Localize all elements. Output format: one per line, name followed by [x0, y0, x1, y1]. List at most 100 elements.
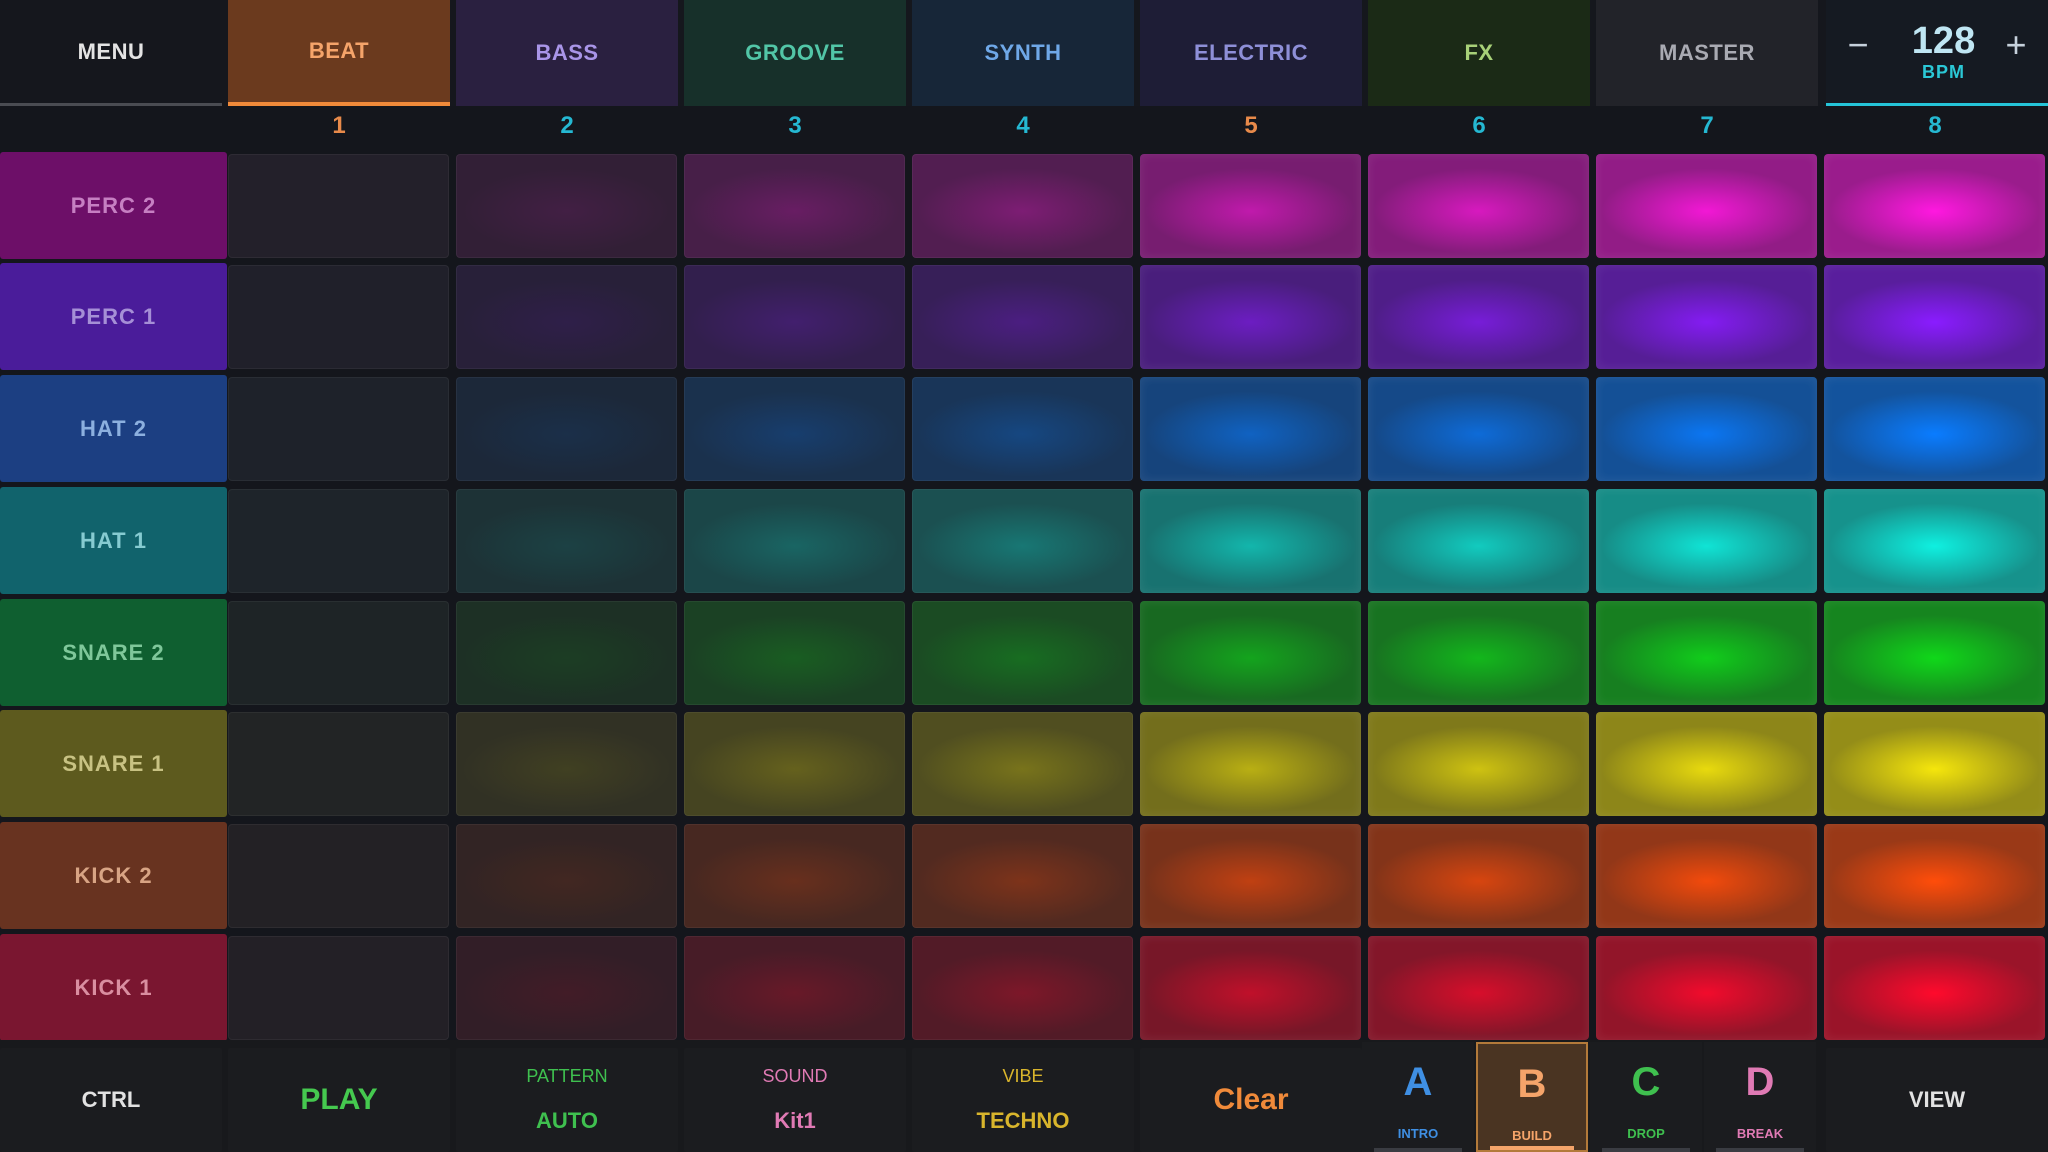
pad[interactable] — [912, 377, 1133, 481]
pad[interactable] — [1140, 265, 1361, 369]
scene-letter: C — [1631, 1060, 1661, 1104]
scene-button-d[interactable]: D BREAK — [1704, 1042, 1816, 1152]
pad[interactable] — [1368, 824, 1589, 928]
bpm-increase-button[interactable]: + — [1994, 20, 2038, 70]
track-label-kick-2[interactable]: KICK 2 — [0, 822, 227, 929]
pad[interactable] — [1596, 601, 1817, 705]
pad[interactable] — [684, 377, 905, 481]
pad[interactable] — [1596, 377, 1817, 481]
tab-synth[interactable]: SYNTH — [912, 0, 1134, 106]
scene-button-b[interactable]: B BUILD — [1476, 1042, 1588, 1152]
step-number: 3 — [788, 112, 802, 139]
tab-label: ELECTRIC — [1194, 40, 1308, 65]
pad[interactable] — [684, 824, 905, 928]
pad[interactable] — [912, 154, 1133, 258]
menu-button[interactable]: MENU — [0, 0, 222, 106]
pad[interactable] — [1824, 601, 2045, 705]
ctrl-button[interactable]: CTRL — [0, 1048, 222, 1152]
pad[interactable] — [1140, 154, 1361, 258]
pad[interactable] — [228, 712, 449, 816]
tab-electric[interactable]: ELECTRIC — [1140, 0, 1362, 106]
tab-label: GROOVE — [745, 40, 845, 65]
sound-value: Kit1 — [774, 1108, 816, 1133]
pad[interactable] — [684, 489, 905, 593]
pad[interactable] — [1596, 154, 1817, 258]
pattern-selector[interactable]: PATTERN AUTO — [456, 1048, 678, 1152]
pad[interactable] — [1596, 489, 1817, 593]
pad[interactable] — [1140, 936, 1361, 1040]
pad[interactable] — [912, 265, 1133, 369]
pad[interactable] — [228, 936, 449, 1040]
pad[interactable] — [1140, 824, 1361, 928]
pad[interactable] — [456, 712, 677, 816]
scene-button-c[interactable]: C DROP — [1590, 1042, 1702, 1152]
track-label-perc-1[interactable]: PERC 1 — [0, 263, 227, 370]
pad[interactable] — [228, 601, 449, 705]
track-label-snare-2[interactable]: SNARE 2 — [0, 599, 227, 706]
tab-fx[interactable]: FX — [1368, 0, 1590, 106]
play-button[interactable]: PLAY — [228, 1048, 450, 1152]
pad[interactable] — [1824, 489, 2045, 593]
pad[interactable] — [1368, 712, 1589, 816]
pad[interactable] — [1368, 265, 1589, 369]
pad[interactable] — [912, 712, 1133, 816]
tab-beat[interactable]: BEAT — [228, 0, 450, 106]
pad[interactable] — [456, 154, 677, 258]
pad[interactable] — [228, 824, 449, 928]
pad[interactable] — [456, 489, 677, 593]
pad[interactable] — [1368, 936, 1589, 1040]
track-label-perc-2[interactable]: PERC 2 — [0, 152, 227, 259]
pad[interactable] — [1824, 712, 2045, 816]
pad[interactable] — [1368, 601, 1589, 705]
pad[interactable] — [1596, 265, 1817, 369]
track-label-snare-1[interactable]: SNARE 1 — [0, 710, 227, 817]
pad[interactable] — [684, 936, 905, 1040]
pad[interactable] — [456, 601, 677, 705]
pad[interactable] — [912, 601, 1133, 705]
track-label-hat-2[interactable]: HAT 2 — [0, 375, 227, 482]
pad[interactable] — [1140, 601, 1361, 705]
sound-selector[interactable]: SOUND Kit1 — [684, 1048, 906, 1152]
scene-button-a[interactable]: A INTRO — [1362, 1042, 1474, 1152]
track-label-hat-1[interactable]: HAT 1 — [0, 487, 227, 594]
bpm-decrease-button[interactable]: − — [1836, 20, 1880, 70]
tab-bass[interactable]: BASS — [456, 0, 678, 106]
pad[interactable] — [228, 154, 449, 258]
pad[interactable] — [1368, 377, 1589, 481]
clear-button[interactable]: Clear — [1140, 1048, 1362, 1152]
pad[interactable] — [684, 601, 905, 705]
track-label-kick-1[interactable]: KICK 1 — [0, 934, 227, 1041]
tab-master[interactable]: MASTER — [1596, 0, 1818, 106]
pad[interactable] — [228, 265, 449, 369]
pad[interactable] — [1596, 712, 1817, 816]
view-button[interactable]: VIEW — [1826, 1048, 2048, 1152]
pad[interactable] — [1824, 824, 2045, 928]
pad[interactable] — [1824, 377, 2045, 481]
clear-label: Clear — [1213, 1083, 1289, 1116]
pad[interactable] — [1140, 489, 1361, 593]
pad[interactable] — [456, 377, 677, 481]
vibe-selector[interactable]: VIBE TECHNO — [912, 1048, 1134, 1152]
pad[interactable] — [456, 265, 677, 369]
pad[interactable] — [1824, 936, 2045, 1040]
pad[interactable] — [228, 377, 449, 481]
pad[interactable] — [1824, 154, 2045, 258]
pad[interactable] — [1140, 377, 1361, 481]
pad[interactable] — [1368, 489, 1589, 593]
pad[interactable] — [912, 824, 1133, 928]
pad[interactable] — [456, 936, 677, 1040]
step-number: 1 — [332, 112, 346, 139]
pad[interactable] — [912, 936, 1133, 1040]
pad[interactable] — [1596, 936, 1817, 1040]
pad[interactable] — [1368, 154, 1589, 258]
pad[interactable] — [456, 824, 677, 928]
pad[interactable] — [684, 712, 905, 816]
pad[interactable] — [912, 489, 1133, 593]
pad[interactable] — [1140, 712, 1361, 816]
tab-groove[interactable]: GROOVE — [684, 0, 906, 106]
pad[interactable] — [1824, 265, 2045, 369]
pad[interactable] — [228, 489, 449, 593]
pad[interactable] — [684, 154, 905, 258]
pad[interactable] — [684, 265, 905, 369]
pad[interactable] — [1596, 824, 1817, 928]
